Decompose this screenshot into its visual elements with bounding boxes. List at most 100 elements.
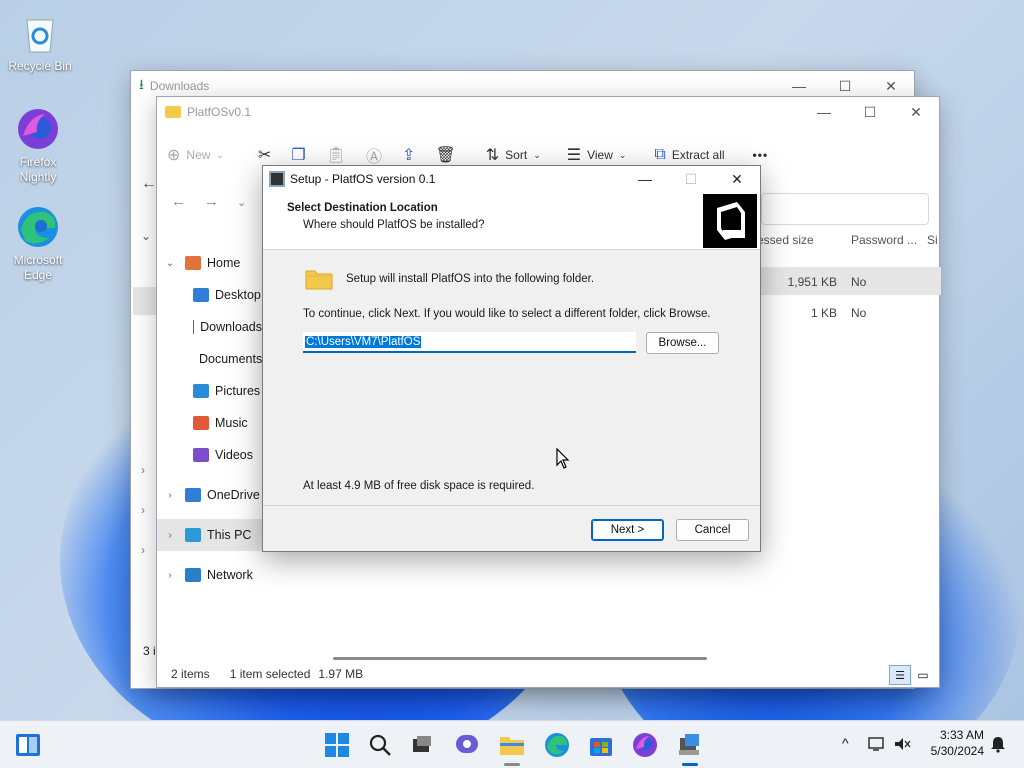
sidebar-item-documents[interactable]: Documents bbox=[157, 343, 262, 375]
path-value: C:\Users\VM7\PlatfOS bbox=[305, 335, 422, 348]
details-view-icon[interactable]: ☰ bbox=[889, 665, 911, 685]
close-button[interactable]: ✕ bbox=[893, 97, 939, 127]
expand-chevron-icon[interactable]: › bbox=[163, 490, 177, 501]
task-view-icon[interactable] bbox=[408, 731, 436, 759]
selected-nav-highlight bbox=[133, 287, 157, 315]
paste-icon: 📋︎ bbox=[325, 147, 347, 164]
sidebar-item-onedrive[interactable]: › OneDrive bbox=[157, 479, 262, 511]
install-text: Setup will install PlatfOS into the foll… bbox=[346, 273, 595, 285]
zip-folder-icon bbox=[165, 106, 181, 118]
sidebar-item-videos[interactable]: Videos bbox=[157, 439, 262, 471]
chevron-right-icon[interactable]: › bbox=[141, 503, 145, 517]
wizard-header: Select Destination Location Where should… bbox=[263, 192, 760, 250]
expand-chevron-icon[interactable]: › bbox=[163, 530, 177, 541]
file-row[interactable]: 1 KB No bbox=[763, 306, 866, 320]
mouse-cursor-icon bbox=[556, 447, 570, 473]
desktop-icon bbox=[193, 288, 209, 302]
chevron-right-icon[interactable]: › bbox=[141, 463, 145, 477]
sidebar-item-label: Videos bbox=[215, 448, 253, 462]
recent-chevron-icon[interactable]: ⌄ bbox=[237, 193, 246, 210]
forward-arrow-icon[interactable]: → bbox=[204, 193, 219, 210]
minimize-button[interactable]: — bbox=[801, 97, 847, 127]
window-title: PlatfOSv0.1 bbox=[187, 105, 252, 119]
sidebar-item-desktop[interactable]: Desktop bbox=[157, 279, 262, 311]
network-icon[interactable] bbox=[868, 736, 886, 755]
file-explorer-icon[interactable] bbox=[498, 731, 526, 759]
sidebar-item-network[interactable]: › Network bbox=[157, 559, 262, 591]
recycle-bin-icon bbox=[17, 10, 63, 56]
clock[interactable]: 3:33 AM 5/30/2024 bbox=[922, 727, 984, 759]
store-icon[interactable] bbox=[587, 731, 615, 759]
sidebar-item-downloads[interactable]: Downloads bbox=[157, 311, 262, 343]
chat-icon[interactable] bbox=[454, 731, 482, 759]
search-icon[interactable] bbox=[366, 731, 394, 759]
horizontal-scrollbar[interactable] bbox=[333, 657, 707, 660]
navigation-pane: ⌄ Home Desktop Downloads Documents Pictures Mu… bbox=[157, 247, 262, 591]
browse-button[interactable]: Browse... bbox=[646, 332, 719, 354]
rename-icon: Ⓐ bbox=[366, 149, 383, 166]
status-fragment: 3 i bbox=[143, 644, 156, 658]
sidebar-item-label: Desktop bbox=[215, 288, 261, 302]
expand-chevron-icon[interactable]: ⌄ bbox=[163, 258, 177, 269]
volume-muted-icon[interactable] bbox=[893, 736, 911, 755]
tiles-view-icon[interactable]: ▭ bbox=[913, 665, 933, 685]
status-bar: 2 items 1 item selected 1.97 MB bbox=[157, 661, 941, 687]
videos-icon bbox=[193, 448, 209, 462]
firefox-nightly-icon bbox=[15, 106, 61, 152]
sidebar-item-label: OneDrive bbox=[207, 488, 260, 502]
column-size[interactable]: Si bbox=[927, 233, 941, 247]
sidebar-item-this-pc[interactable]: › This PC bbox=[157, 519, 262, 551]
column-password[interactable]: Password ... bbox=[847, 233, 927, 247]
folder-icon bbox=[305, 268, 333, 290]
sidebar-item-pictures[interactable]: Pictures bbox=[157, 375, 262, 407]
page-subheading: Where should PlatfOS be installed? bbox=[303, 219, 485, 231]
desktop-icon-firefox-nightly[interactable]: Firefox Nightly bbox=[0, 106, 76, 185]
sidebar-item-home[interactable]: ⌄ Home bbox=[157, 247, 262, 279]
expand-chevron-icon[interactable]: › bbox=[163, 570, 177, 581]
chevron-down-icon[interactable]: ⌄ bbox=[141, 229, 151, 243]
desktop-icon-label: Microsoft Edge bbox=[13, 253, 63, 282]
next-button[interactable]: Next > bbox=[591, 519, 664, 541]
setup-taskbar-icon[interactable] bbox=[676, 731, 704, 759]
desktop-icon-microsoft-edge[interactable]: Microsoft Edge bbox=[0, 204, 76, 283]
edge-taskbar-icon[interactable] bbox=[543, 731, 571, 759]
notification-bell-icon[interactable] bbox=[989, 735, 1007, 756]
desktop-icon-recycle-bin[interactable]: Recycle Bin bbox=[2, 10, 78, 74]
file-row[interactable]: 1,951 KB No bbox=[763, 275, 867, 289]
desktop-icon-label: Firefox Nightly bbox=[19, 155, 57, 184]
maximize-button[interactable]: ☐ bbox=[847, 97, 893, 127]
setup-logo-icon bbox=[703, 194, 757, 248]
network-icon bbox=[185, 568, 201, 582]
search-input[interactable] bbox=[761, 193, 929, 225]
onedrive-icon bbox=[185, 488, 201, 502]
disk-space-text: At least 4.9 MB of free disk space is re… bbox=[303, 480, 535, 492]
column-headers: essed size Password ... Si bbox=[757, 233, 941, 247]
extract-icon: ⧉ bbox=[654, 146, 666, 163]
setup-dialog: Setup - PlatfOS version 0.1 — ☐ ✕ Select… bbox=[262, 165, 761, 552]
chevron-right-icon[interactable]: › bbox=[141, 543, 145, 557]
start-button[interactable] bbox=[323, 731, 351, 759]
cancel-button[interactable]: Cancel bbox=[676, 519, 749, 541]
download-icon: ⭳ bbox=[139, 76, 144, 92]
continue-text: To continue, click Next. If you would li… bbox=[303, 308, 711, 320]
edge-icon bbox=[15, 204, 61, 250]
minimize-button[interactable]: — bbox=[622, 166, 668, 192]
scissors-icon: ✂ bbox=[257, 147, 272, 164]
destination-path-field[interactable]: C:\Users\VM7\PlatfOS bbox=[303, 332, 636, 353]
widgets-icon[interactable] bbox=[14, 731, 42, 759]
close-button[interactable]: ✕ bbox=[714, 166, 760, 192]
sidebar-item-music[interactable]: Music bbox=[157, 407, 262, 439]
active-indicator bbox=[682, 763, 698, 766]
sidebar-item-label: Pictures bbox=[215, 384, 261, 398]
music-icon bbox=[193, 416, 209, 430]
sidebar-item-label: This PC bbox=[207, 528, 252, 542]
back-arrow-icon[interactable]: ← bbox=[141, 175, 157, 193]
back-arrow-icon[interactable]: ← bbox=[171, 193, 186, 210]
desktop-icon-label: Recycle Bin bbox=[8, 59, 72, 73]
firefox-nightly-taskbar-icon[interactable] bbox=[631, 731, 659, 759]
trash-icon: 🗑︎ bbox=[435, 147, 456, 164]
show-hidden-icons-chevron[interactable]: ^ bbox=[842, 735, 849, 751]
new-button[interactable]: ⊕ New ⌄ bbox=[157, 137, 234, 173]
column-compressed-size[interactable]: essed size bbox=[757, 233, 847, 247]
plus-icon: ⊕ bbox=[167, 147, 181, 164]
